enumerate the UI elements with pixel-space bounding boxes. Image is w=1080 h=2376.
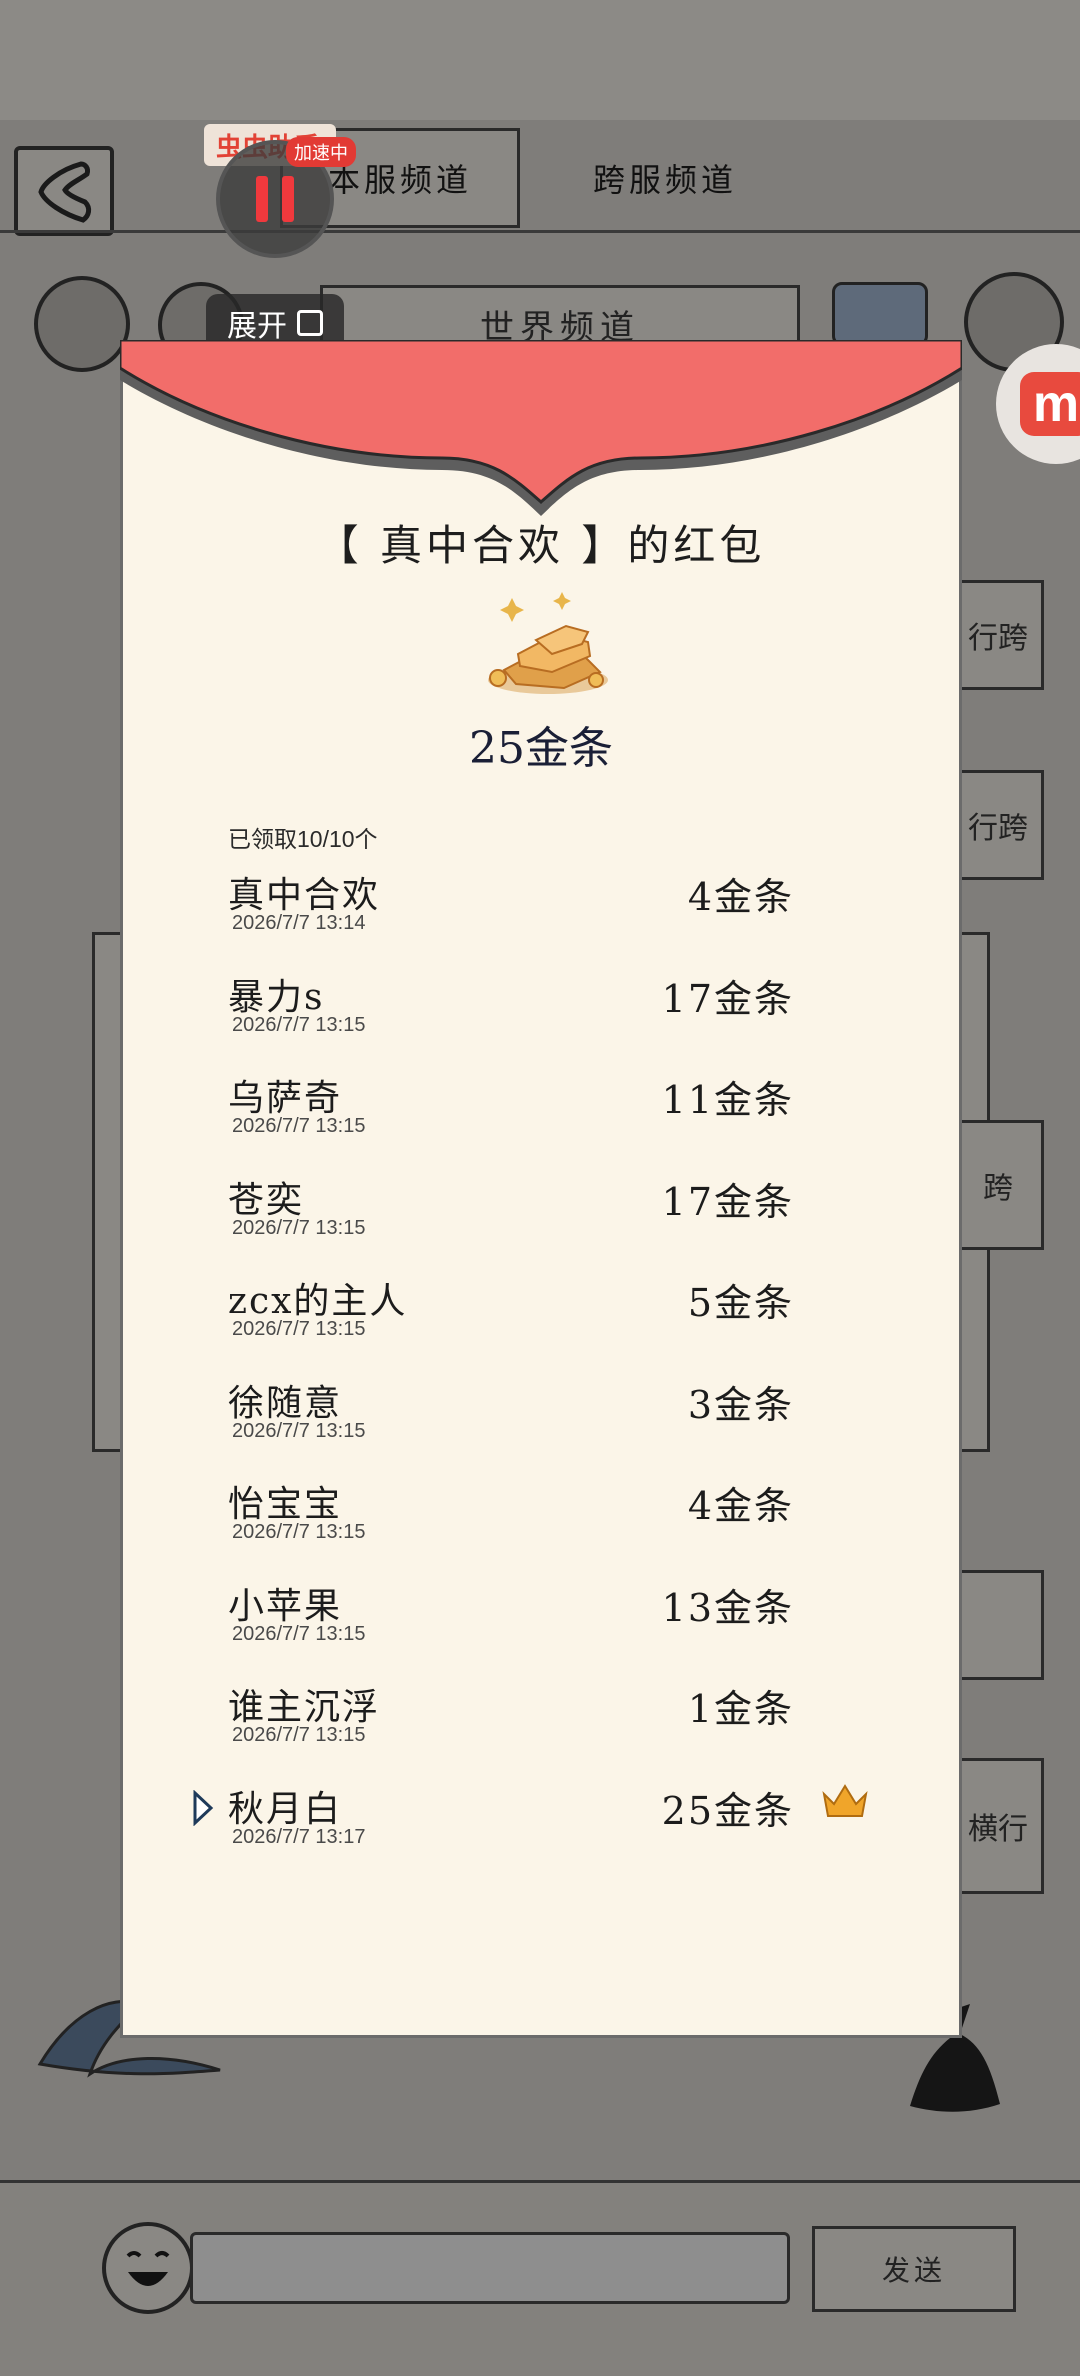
side-button-5[interactable]: 横行 [952,1758,1044,1894]
chat-fragment [50,470,110,530]
claim-record-row: 苍奕 2026/7/7 13:15 17金条 [200,1171,900,1267]
expand-label: 展开 [227,310,287,343]
emoji-button[interactable] [102,2222,194,2314]
claim-time: 2026/7/7 13:15 [232,1419,366,1442]
claim-record-row: 谁主沉浮 2026/7/7 13:15 1金条 [200,1678,900,1774]
claim-record-row: zcx的主人 2026/7/7 13:15 5金条 [200,1272,900,1368]
claim-time: 2026/7/7 13:15 [232,1521,366,1543]
claim-time: 2026/7/7 13:15 [232,1216,366,1239]
claim-amount: 5金条 [687,1281,794,1325]
claim-amount: 4金条 [687,875,794,919]
claim-amount: 11金条 [661,1078,794,1122]
claim-time: 2026/7/7 13:15 [232,1724,366,1746]
claimer-name: 真中合欢 [228,875,381,916]
claimer-name: 秋月白 [228,1788,343,1830]
claim-amount: 1金条 [687,1687,794,1731]
claim-record-row: 小苹果 2026/7/7 13:15 13金条 [200,1577,900,1673]
claim-record-row: 怡宝宝 2026/7/7 13:15 4金条 [200,1475,900,1571]
best-luck-crown-icon [822,1783,868,1817]
claimed-count: 已领取10/10个 [228,826,378,852]
claim-record-row: 秋月白 2026/7/7 13:17 25金条 [193,1780,900,1876]
claim-record-row: 乌萨奇 2026/7/7 13:15 11金条 [200,1069,900,1165]
claim-amount: 4金条 [687,1484,794,1528]
gold-bars-icon [488,592,608,694]
expand-icon [297,310,323,336]
claim-record-row: 徐随意 2026/7/7 13:15 3金条 [200,1374,900,1470]
claim-amount: 17金条 [661,1179,794,1224]
chat-input[interactable] [190,2232,790,2304]
claimer-name: 暴力s [228,976,325,1018]
side-button-4[interactable] [952,1570,1044,1680]
red-packet-total: 25金条 [469,723,613,774]
smile-icon [126,2251,170,2286]
claimer-name: zcx的主人 [228,1281,408,1322]
claimer-name: 苍奕 [228,1179,305,1221]
claim-time: 2026/7/7 13:15 [232,1622,366,1645]
claim-time: 2026/7/7 13:17 [232,1825,366,1848]
header-divider [0,230,1080,233]
claim-time: 2026/7/7 13:15 [232,1013,366,1036]
back-button[interactable] [14,146,114,236]
claim-record-row: 暴力s 2026/7/7 13:15 17金条 [200,968,900,1064]
pause-icon [282,176,294,222]
claimer-name: 徐随意 [228,1382,343,1424]
claimer-name: 小苹果 [228,1585,343,1627]
status-badge: 加速中 [286,137,356,167]
side-button-1[interactable]: 行跨 [952,580,1044,690]
current-user-marker-icon [193,1789,214,1826]
tab-cross-server-channel[interactable]: 跨服频道 [545,128,785,228]
claim-time: 2026/7/7 13:15 [232,1115,366,1137]
claim-amount: 3金条 [687,1382,794,1427]
side-button-2[interactable]: 行跨 [952,770,1044,880]
claim-time: 2026/7/7 13:14 [232,912,366,934]
claim-amount: 17金条 [661,976,794,1021]
claim-amount: 13金条 [661,1585,794,1630]
claimer-name: 怡宝宝 [228,1484,343,1525]
claim-record-row: 真中合欢 2026/7/7 13:14 4金条 [200,866,900,962]
m-logo-icon: m [1020,372,1080,436]
back-arrow-icon [38,161,92,223]
side-button-3[interactable]: 跨 [952,1120,1044,1250]
camera-icon[interactable] [832,282,928,346]
pause-icon [256,176,268,222]
red-packet-title: 【 真中合欢 】的红包 [316,521,766,570]
player-avatar[interactable] [34,276,130,372]
claimer-name: 谁主沉浮 [228,1687,381,1728]
status-strip [0,0,1080,120]
claim-time: 2026/7/7 13:15 [232,1318,366,1340]
claimer-name: 乌萨奇 [228,1078,343,1119]
red-packet-flap [120,340,962,516]
claim-amount: 25金条 [661,1788,794,1833]
send-button[interactable]: 发送 [812,2226,1016,2312]
